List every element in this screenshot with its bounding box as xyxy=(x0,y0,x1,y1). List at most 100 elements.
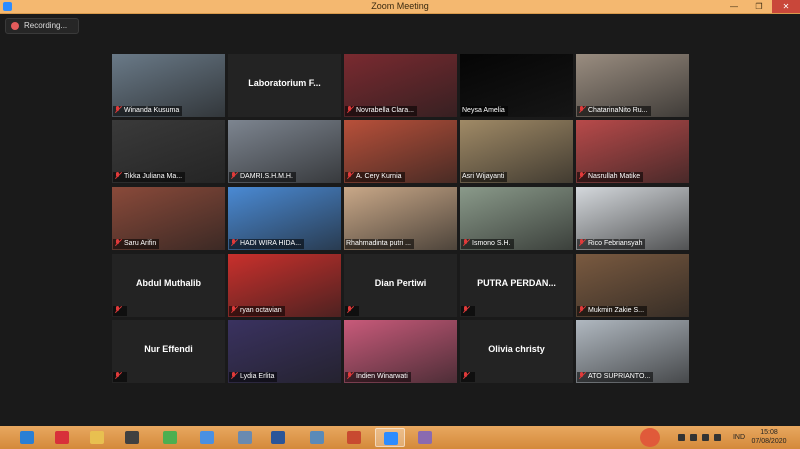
taskbar-button[interactable] xyxy=(82,428,112,447)
participant-tile[interactable]: Nur Effendi xyxy=(112,320,225,383)
participant-display-name: Abdul Muthalib xyxy=(136,278,201,288)
participant-name-label: A. Cery Kurnia xyxy=(345,172,405,182)
clock-time: 15:08 xyxy=(760,429,778,436)
participant-tile[interactable]: ATO SUPRIANTO... xyxy=(576,320,689,383)
participant-display-name: Olivia christy xyxy=(488,344,545,354)
participant-name: Lydia Erlita xyxy=(240,373,275,380)
participant-tile[interactable]: Rico Febriansyah xyxy=(576,187,689,250)
participant-name-label: DAMRI.S.H.M.H. xyxy=(229,172,296,182)
participant-name: DAMRI.S.H.M.H. xyxy=(240,173,293,180)
speaker-icon[interactable] xyxy=(690,434,697,441)
participant-name: Neysa Amelia xyxy=(462,107,505,114)
participant-tile[interactable]: Mukmin Zakie S... xyxy=(576,254,689,317)
meeting-stage: Recording... Winanda Kusuma Laboratorium … xyxy=(0,14,800,425)
apps-icon xyxy=(55,431,69,444)
participant-tile[interactable]: Olivia christy xyxy=(460,320,573,383)
chevron-up-icon[interactable] xyxy=(678,434,685,441)
participant-tile[interactable]: Tikka Juliana Ma... xyxy=(112,120,225,183)
participant-display-name: Laboratorium F... xyxy=(248,78,321,88)
mic-muted-icon xyxy=(578,239,585,246)
window-title: Zoom Meeting xyxy=(371,1,429,11)
taskbar-button[interactable] xyxy=(192,428,222,447)
participant-name: A. Cery Kurnia xyxy=(356,173,402,180)
participant-name: Asri Wijayanti xyxy=(462,173,505,180)
taskbar-button[interactable] xyxy=(375,428,405,447)
powerpoint-icon xyxy=(347,431,361,444)
minimize-button[interactable]: — xyxy=(724,0,744,13)
mic-muted-icon xyxy=(578,372,585,379)
participant-name-label: Mukmin Zakie S... xyxy=(577,306,648,316)
taskbar-button[interactable] xyxy=(339,428,369,447)
participant-tile[interactable]: A. Cery Kurnia xyxy=(344,120,457,183)
mic-muted-icon xyxy=(114,172,121,179)
participant-name-label xyxy=(345,306,359,316)
participant-tile[interactable]: ChatarinaNito Ru... xyxy=(576,54,689,117)
taskbar-button[interactable] xyxy=(47,428,77,447)
window-icon xyxy=(238,431,252,444)
participant-tile[interactable]: Winanda Kusuma xyxy=(112,54,225,117)
mic-muted-icon xyxy=(230,172,237,179)
mic-muted-icon xyxy=(346,372,353,379)
photos-icon xyxy=(310,431,324,444)
participant-name-label: Winanda Kusuma xyxy=(113,106,183,116)
clock[interactable]: 15:08 07/08/2020 xyxy=(748,428,790,446)
participant-tile[interactable]: Neysa Amelia xyxy=(460,54,573,117)
participant-name-label: Neysa Amelia xyxy=(461,106,508,116)
taskbar-button[interactable] xyxy=(155,428,185,447)
taskbar-button[interactable] xyxy=(263,428,293,447)
zoom-app-icon xyxy=(200,431,214,444)
participant-name-label: ryan octavian xyxy=(229,306,285,316)
participant-tile[interactable]: Dian Pertiwi xyxy=(344,254,457,317)
mic-muted-icon xyxy=(230,306,237,313)
participant-display-name: Nur Effendi xyxy=(144,344,193,354)
participant-name-label: ATO SUPRIANTO... xyxy=(577,372,654,382)
participant-tile[interactable]: Novrabella Clara... xyxy=(344,54,457,117)
participant-tile[interactable]: Asri Wijayanti xyxy=(460,120,573,183)
participant-name: ryan octavian xyxy=(240,307,282,314)
participant-tile[interactable]: PUTRA PERDAN... xyxy=(460,254,573,317)
ie-icon xyxy=(20,431,34,444)
participant-name-label: ChatarinaNito Ru... xyxy=(577,106,651,116)
participant-name: Winanda Kusuma xyxy=(124,107,180,114)
restore-button[interactable]: ❐ xyxy=(749,0,769,13)
close-button[interactable]: ✕ xyxy=(772,0,800,13)
taskbar-button[interactable] xyxy=(117,428,147,447)
participant-tile[interactable]: Indien Winarwati xyxy=(344,320,457,383)
participant-name-label: Novrabella Clara... xyxy=(345,106,417,116)
participant-tile[interactable]: HADI WIRA HIDA... xyxy=(228,187,341,250)
participant-name-label: HADI WIRA HIDA... xyxy=(229,239,305,249)
participant-tile[interactable]: Saru Arifin xyxy=(112,187,225,250)
participant-tile[interactable]: ryan octavian xyxy=(228,254,341,317)
taskbar-button[interactable] xyxy=(410,428,440,447)
mic-muted-icon xyxy=(462,306,469,313)
zoom-meeting-icon xyxy=(384,432,398,445)
participant-name-label xyxy=(113,306,127,316)
recording-indicator[interactable]: Recording... xyxy=(5,18,79,34)
recording-label: Recording... xyxy=(24,21,68,30)
participant-tile[interactable]: Laboratorium F... xyxy=(228,54,341,117)
mic-muted-icon xyxy=(462,372,469,379)
participant-tile[interactable]: Nasrullah Matike xyxy=(576,120,689,183)
mic-muted-icon xyxy=(114,239,121,246)
participant-tile[interactable]: Lydia Erlita xyxy=(228,320,341,383)
participant-tile[interactable]: DAMRI.S.H.M.H. xyxy=(228,120,341,183)
participant-tile[interactable]: Rhahmadinta putri ... xyxy=(344,187,457,250)
taskbar-button[interactable] xyxy=(12,428,42,447)
participant-tile[interactable]: Ismono S.H. xyxy=(460,187,573,250)
flag-icon[interactable] xyxy=(714,434,721,441)
participant-name: Nasrullah Matike xyxy=(588,173,641,180)
participant-name-label xyxy=(461,372,475,382)
zoom-tray-icon[interactable] xyxy=(640,428,660,447)
taskbar-button[interactable] xyxy=(230,428,260,447)
participant-name-label: Ismono S.H. xyxy=(461,239,514,249)
participant-name-label: Rico Febriansyah xyxy=(577,239,646,249)
participant-tile[interactable]: Abdul Muthalib xyxy=(112,254,225,317)
language-indicator[interactable]: IND xyxy=(733,426,745,449)
participant-name-label: Indien Winarwati xyxy=(345,372,411,382)
mic-muted-icon xyxy=(114,306,121,313)
taskbar-button[interactable] xyxy=(302,428,332,447)
participant-name: Rhahmadinta putri ... xyxy=(346,240,411,247)
mic-muted-icon xyxy=(578,106,585,113)
network-icon[interactable] xyxy=(702,434,709,441)
mic-muted-icon xyxy=(578,306,585,313)
